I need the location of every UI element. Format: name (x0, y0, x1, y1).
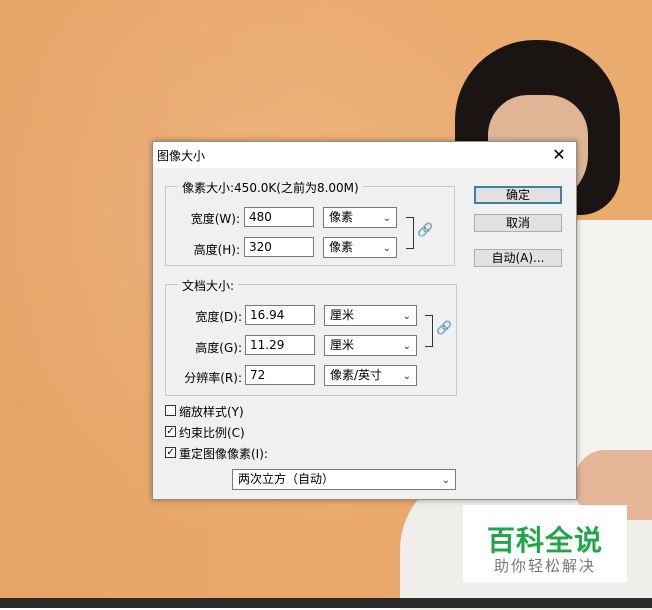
watermark-subtitle: 助你轻松解决 (493, 557, 596, 575)
dialog-title: 图像大小 (157, 149, 206, 163)
chevron-down-icon: ⌄ (402, 341, 411, 352)
chevron-down-icon: ⌄ (441, 475, 450, 486)
link-bracket (406, 217, 414, 249)
doc-width-input[interactable]: 16.94 (245, 305, 315, 325)
doc-width-label: 宽度(D): (195, 310, 242, 324)
document-size-group: 文档大小: 宽度(D): 16.94 厘米 ⌄ 高度(G): 11.29 厘米 … (165, 277, 457, 396)
pixel-width-label: 宽度(W): (190, 212, 240, 226)
image-size-dialog: 图像大小 ✕ 像素大小:450.0K(之前为8.00M) 宽度(W): 480 … (152, 141, 577, 500)
resolution-unit-value: 像素/英寸 (330, 368, 383, 382)
check-icon: ✓ (166, 447, 175, 458)
constrain-proportions-checkbox[interactable]: ✓ (165, 426, 176, 437)
doc-height-label: 高度(G): (195, 341, 242, 355)
close-icon[interactable]: ✕ (548, 144, 570, 166)
scale-styles-label: 缩放样式(Y) (179, 405, 244, 419)
resolution-unit-select[interactable]: 像素/英寸 ⌄ (324, 365, 417, 386)
pixel-height-unit-select[interactable]: 像素 ⌄ (323, 237, 397, 258)
doc-height-input[interactable]: 11.29 (245, 335, 315, 355)
resample-method-value: 两次立方（自动） (238, 472, 335, 486)
doc-height-unit-select[interactable]: 厘米 ⌄ (324, 335, 417, 356)
watermark-title: 百科全说 (486, 524, 603, 557)
resolution-label: 分辨率(R): (184, 371, 242, 385)
pixel-height-input[interactable]: 320 (244, 237, 314, 257)
link-icon: 🔗 (417, 223, 434, 238)
constrain-proportions-label: 约束比例(C) (179, 426, 245, 440)
chevron-down-icon: ⌄ (402, 311, 411, 322)
pixel-width-unit-select[interactable]: 像素 ⌄ (323, 207, 397, 228)
scale-styles-checkbox[interactable] (165, 405, 176, 416)
bottom-bar (0, 598, 652, 608)
chevron-down-icon: ⌄ (382, 243, 391, 254)
chevron-down-icon: ⌄ (402, 371, 411, 382)
cancel-button[interactable]: 取消 (474, 214, 562, 232)
resample-method-select[interactable]: 两次立方（自动） ⌄ (232, 469, 456, 490)
check-icon: ✓ (166, 426, 175, 437)
chevron-down-icon: ⌄ (382, 213, 391, 224)
link-bracket (425, 315, 433, 347)
ok-button[interactable]: 确定 (474, 186, 562, 204)
resample-label: 重定图像像素(I): (179, 447, 268, 461)
doc-height-unit-value: 厘米 (330, 338, 355, 352)
pixel-width-unit-value: 像素 (329, 210, 354, 224)
link-icon: 🔗 (436, 321, 453, 336)
pixel-dimensions-group: 像素大小:450.0K(之前为8.00M) 宽度(W): 480 像素 ⌄ 高度… (165, 179, 455, 266)
resolution-input[interactable]: 72 (245, 365, 315, 385)
auto-button[interactable]: 自动(A)... (474, 249, 562, 267)
doc-width-unit-value: 厘米 (330, 308, 355, 322)
pixel-dimensions-legend: 像素大小:450.0K(之前为8.00M) (178, 179, 363, 196)
watermark: 百科全说 助你轻松解决 (463, 505, 627, 582)
resample-checkbox[interactable]: ✓ (165, 447, 176, 458)
pixel-width-input[interactable]: 480 (244, 207, 314, 227)
document-size-legend: 文档大小: (178, 277, 239, 294)
dialog-titlebar[interactable]: 图像大小 ✕ (153, 142, 576, 168)
pixel-height-label: 高度(H): (193, 243, 240, 257)
doc-width-unit-select[interactable]: 厘米 ⌄ (324, 305, 417, 326)
pixel-height-unit-value: 像素 (329, 240, 354, 254)
